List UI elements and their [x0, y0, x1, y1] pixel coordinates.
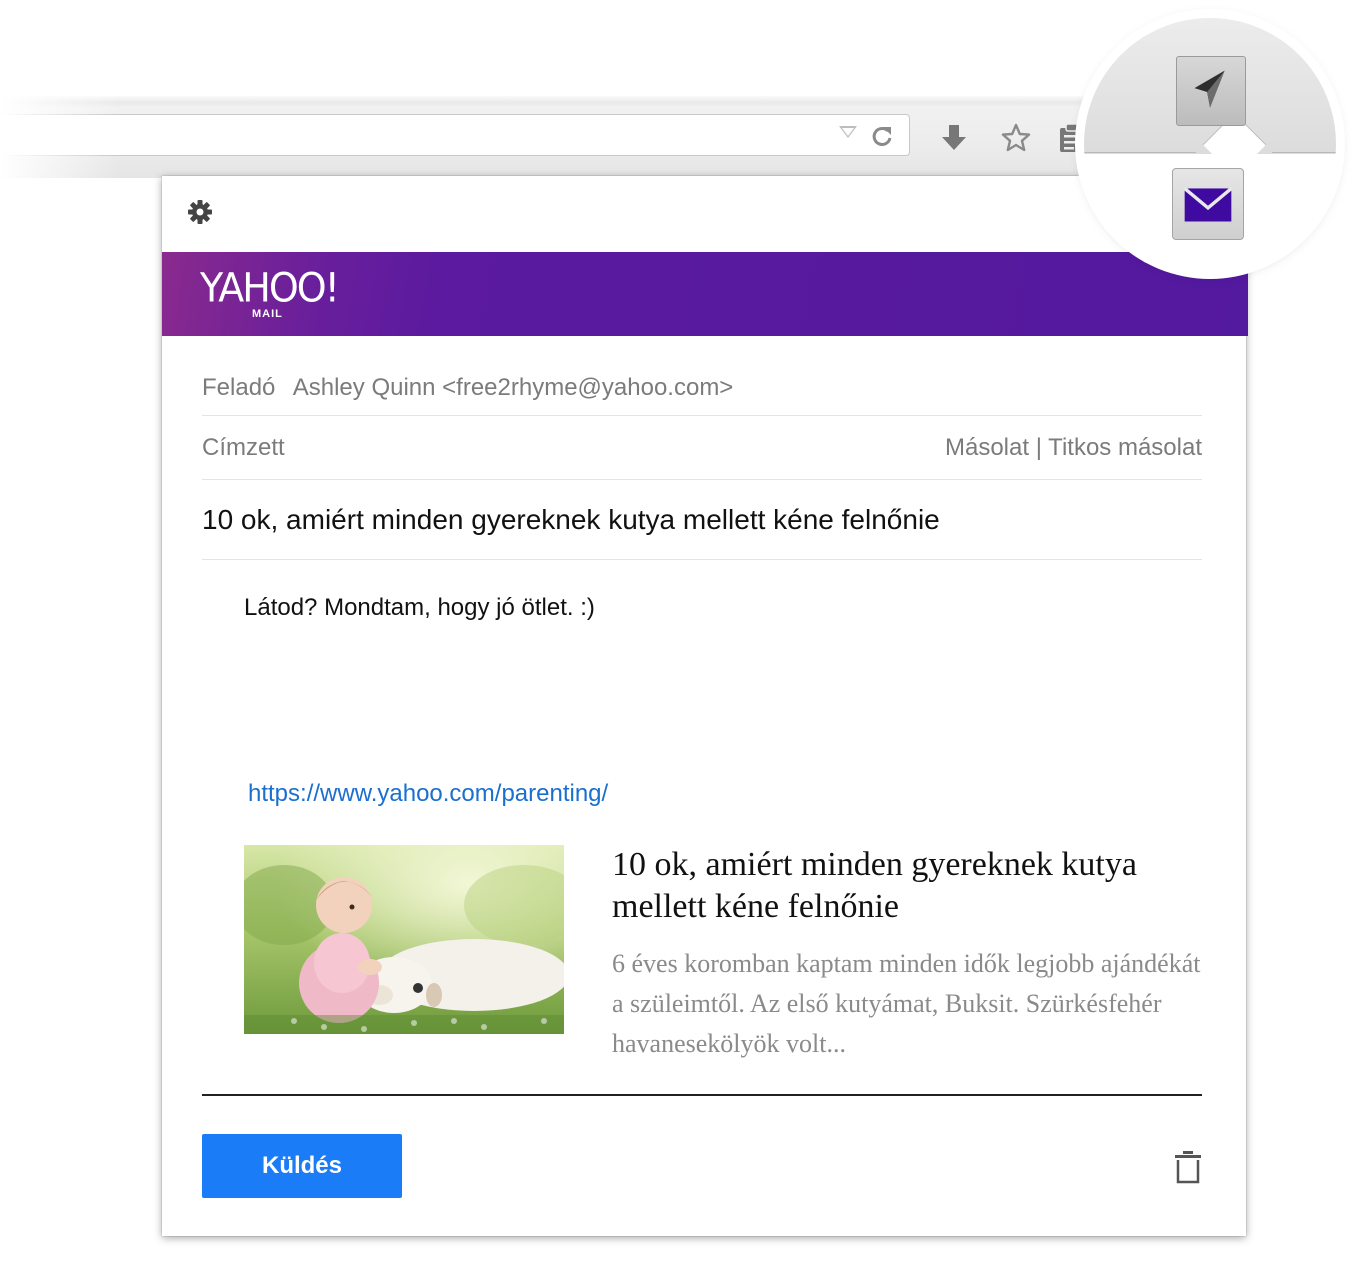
magnified-divider [1084, 152, 1196, 153]
trash-icon[interactable] [1172, 1150, 1204, 1184]
mail-extension-button[interactable] [1172, 168, 1244, 240]
browser-toolbar [0, 96, 1110, 178]
from-value[interactable]: Ashley Quinn <free2rhyme@yahoo.com> [293, 374, 734, 401]
bcc-link[interactable]: Titkos másolat [1048, 434, 1202, 461]
divider [202, 1094, 1202, 1096]
send-button[interactable]: Küldés [202, 1134, 402, 1198]
article-title[interactable]: 10 ok, amiért minden gyereknek kutya mel… [612, 844, 1212, 928]
yahoo-logo: YAHOO! [200, 264, 340, 312]
article-link[interactable]: https://www.yahoo.com/parenting/ [248, 780, 608, 808]
paper-plane-icon [1194, 70, 1225, 108]
send-extension-button[interactable] [1176, 56, 1246, 126]
message-body[interactable]: Látod? Mondtam, hogy jó ötlet. :) [244, 594, 595, 622]
article-description: 6 éves koromban kaptam minden idők legjo… [612, 949, 1201, 1058]
magnified-divider [1272, 152, 1336, 153]
to-label: Címzett [202, 434, 285, 461]
gear-icon[interactable] [186, 198, 214, 226]
logo-subtitle: MAIL [252, 308, 283, 320]
from-row: Feladó Ashley Quinn <free2rhyme@yahoo.co… [202, 356, 1202, 416]
download-icon[interactable] [938, 122, 970, 154]
dropdown-arrow-icon[interactable] [839, 126, 857, 138]
yahoo-mail-banner: YAHOO! MAIL [162, 252, 1248, 336]
article-thumbnail[interactable] [244, 845, 564, 1034]
compose-popup: YAHOO! MAIL Feladó Ashley Quinn <free2rh… [162, 176, 1248, 1236]
cc-bcc-links: Másolat | Titkos másolat [945, 416, 1202, 480]
star-icon[interactable] [1000, 122, 1032, 154]
reload-icon[interactable] [869, 123, 895, 149]
from-label: Feladó [202, 374, 276, 401]
address-bar[interactable] [0, 114, 910, 156]
envelope-icon [1183, 187, 1233, 222]
cc-bcc-separator: | [1035, 434, 1042, 461]
extension-magnifier [1084, 18, 1336, 270]
cc-link[interactable]: Másolat [945, 434, 1029, 461]
to-row[interactable]: Címzett Másolat | Titkos másolat [202, 416, 1202, 480]
subject-field[interactable]: 10 ok, amiért minden gyereknek kutya mel… [202, 480, 1202, 560]
